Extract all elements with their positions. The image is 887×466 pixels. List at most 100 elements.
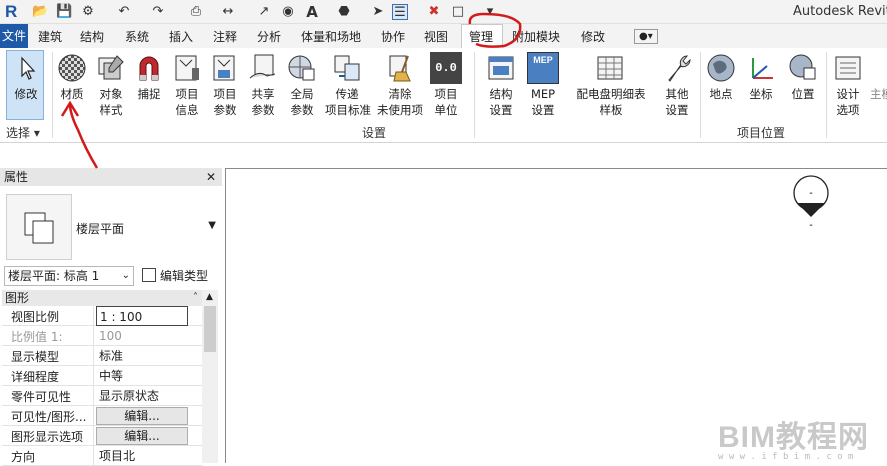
3d-view-icon[interactable]: ⬣ — [336, 4, 352, 20]
instance-selector[interactable]: 楼层平面: 标高 1 ⌄ — [4, 266, 134, 286]
project-units-button[interactable]: 0.0 项目 单位 — [427, 52, 465, 118]
panel-schedule-button[interactable]: 配电盘明细表 样板 — [572, 52, 650, 118]
close-hidden-icon[interactable]: ✖ — [426, 4, 442, 20]
tab-view[interactable]: 视图 — [424, 28, 448, 45]
tab-analyze[interactable]: 分析 — [257, 28, 281, 45]
sync-icon[interactable]: ⚙ — [80, 4, 96, 20]
thin-lines-icon[interactable]: ☰ — [392, 4, 408, 20]
tab-massing-site[interactable]: 体量和场地 — [301, 28, 361, 45]
modify-button[interactable]: 修改 — [7, 52, 45, 102]
purge-unused-button[interactable]: 清除 未使用项 — [377, 52, 423, 118]
tab-insert[interactable]: 插入 — [169, 28, 193, 45]
shared-params-button[interactable]: 共享 参数 — [244, 52, 282, 118]
svg-text:-: - — [809, 220, 813, 231]
tab-modify[interactable]: 修改 — [581, 28, 605, 45]
coordinates-button[interactable]: 坐标 — [742, 52, 780, 102]
global-params-label: 全局 参数 — [290, 87, 314, 117]
tab-annotate[interactable]: 注释 — [213, 28, 237, 45]
panel-schedule-icon — [597, 56, 623, 80]
elevation-marker-icon[interactable]: - - — [791, 173, 833, 231]
coordinates-axis-icon — [752, 58, 773, 79]
dimension-icon[interactable]: ↗ — [256, 4, 272, 20]
structural-settings-label: 结构 设置 — [489, 87, 513, 117]
property-value: 显示原状态 — [99, 389, 160, 403]
property-value: 100 — [99, 329, 122, 343]
snap-label: 捕捉 — [137, 87, 161, 101]
material-sphere-icon — [58, 54, 86, 82]
tab-collaborate[interactable]: 协作 — [381, 28, 405, 45]
magnet-icon — [139, 56, 159, 81]
object-style-button[interactable]: 对象 样式 — [92, 52, 130, 118]
tab-addins[interactable]: 附加模块 — [512, 28, 560, 45]
property-row: 视图比例 1 : 100 — [2, 306, 202, 326]
property-key: 显示模型 — [11, 350, 60, 364]
measure-icon[interactable]: ↔ — [220, 4, 236, 20]
other-settings-button[interactable]: 其他 设置 — [658, 52, 696, 118]
property-row: 方向 项目北 — [2, 446, 202, 466]
position-button[interactable]: 位置 — [784, 52, 822, 102]
transfer-standards-label: 传递 项目标准 — [325, 87, 371, 117]
tab-structure[interactable]: 结构 — [80, 28, 104, 45]
main-model-button[interactable]: 主模 — [870, 52, 887, 102]
design-options-label: 设计 选项 — [836, 87, 860, 117]
property-value[interactable]: 编辑... — [96, 427, 188, 445]
design-options-button[interactable]: 设计 选项 — [829, 52, 867, 118]
tab-systems[interactable]: 系统 — [125, 28, 149, 45]
tab-architecture[interactable]: 建筑 — [38, 28, 62, 45]
undo-icon[interactable]: ↶ — [116, 4, 132, 20]
customize-qat-icon[interactable]: ▾ — [482, 4, 498, 20]
location-button[interactable]: 地点 — [702, 52, 740, 102]
open-icon[interactable]: 📂 — [32, 4, 48, 20]
globe-position-icon — [789, 54, 816, 80]
tab-minimize-icon[interactable]: ●▾ — [634, 29, 658, 44]
floor-plan-icon — [6, 194, 72, 260]
edit-type-icon — [142, 268, 156, 282]
property-key: 详细程度 — [11, 370, 60, 384]
project-params-button[interactable]: 项目 参数 — [206, 52, 244, 118]
redo-icon[interactable]: ↷ — [150, 4, 166, 20]
collapse-icon[interactable]: ˄ — [193, 290, 198, 306]
revit-logo[interactable]: R — [5, 2, 17, 22]
tab-manage[interactable]: 管理 — [469, 28, 493, 45]
transfer-standards-icon — [334, 55, 360, 81]
property-value: 项目北 — [99, 449, 136, 463]
mep-settings-label: MEP 设置 — [530, 87, 556, 117]
modify-label: 修改 — [14, 87, 38, 101]
section-icon[interactable]: ➤ — [370, 4, 386, 20]
switch-windows-icon[interactable]: □ — [450, 4, 466, 20]
ribbon-panel: 修改 选择 ▾ 材质 对象 样式 捕捉 项目 信息 项目 参数 共享 参数 全局 参数 传… — [0, 48, 887, 143]
project-params-label: 项目 参数 — [213, 87, 237, 117]
project-info-icon — [175, 55, 199, 81]
tag-icon[interactable]: ◉ — [280, 4, 296, 20]
material-button[interactable]: 材质 — [53, 52, 91, 102]
mep-settings-button[interactable]: MEP MEP 设置 — [524, 52, 562, 118]
project-info-button[interactable]: 项目 信息 — [168, 52, 206, 118]
global-params-button[interactable]: 全局 参数 — [283, 52, 321, 118]
mep-settings-icon: MEP — [527, 52, 559, 84]
properties-title: 属性 — [4, 170, 29, 184]
property-value[interactable]: 编辑... — [96, 407, 188, 425]
property-value[interactable]: 1 : 100 — [96, 306, 188, 326]
transfer-standards-button[interactable]: 传递 项目标准 — [325, 52, 371, 118]
globe-params-icon — [288, 55, 315, 81]
text-icon[interactable]: A — [304, 4, 320, 20]
properties-scrollbar[interactable]: ▲ — [202, 290, 218, 463]
ribbon-tabs: 文件 建筑 结构 系统 插入 注释 分析 体量和场地 协作 视图 管理 附加模块… — [0, 24, 887, 49]
cursor-icon — [21, 56, 36, 80]
edit-type-button[interactable]: 编辑类型 — [142, 266, 208, 286]
structural-settings-button[interactable]: 结构 设置 — [482, 52, 520, 118]
property-key: 方向 — [11, 450, 36, 464]
type-selector[interactable]: 楼层平面 ▼ — [4, 194, 218, 260]
select-group-label[interactable]: 选择 ▾ — [6, 124, 40, 141]
properties-grid: 图形 ˄ 视图比例 1 : 100 比例值 1: 100 显示模型 标准 详细程度 中等 零件可… — [2, 290, 202, 466]
category-graphics[interactable]: 图形 ˄ — [2, 290, 202, 306]
snap-button[interactable]: 捕捉 — [130, 52, 168, 102]
close-icon[interactable]: ✕ — [206, 168, 216, 186]
material-label: 材质 — [60, 87, 84, 101]
chevron-down-icon[interactable]: ⌄ — [122, 267, 130, 285]
save-icon[interactable]: 💾 — [56, 4, 72, 20]
object-style-icon — [98, 55, 124, 80]
chevron-down-icon[interactable]: ▼ — [208, 220, 216, 231]
tab-file[interactable]: 文件 — [0, 24, 28, 48]
print-icon[interactable]: ⎙ — [188, 4, 204, 20]
